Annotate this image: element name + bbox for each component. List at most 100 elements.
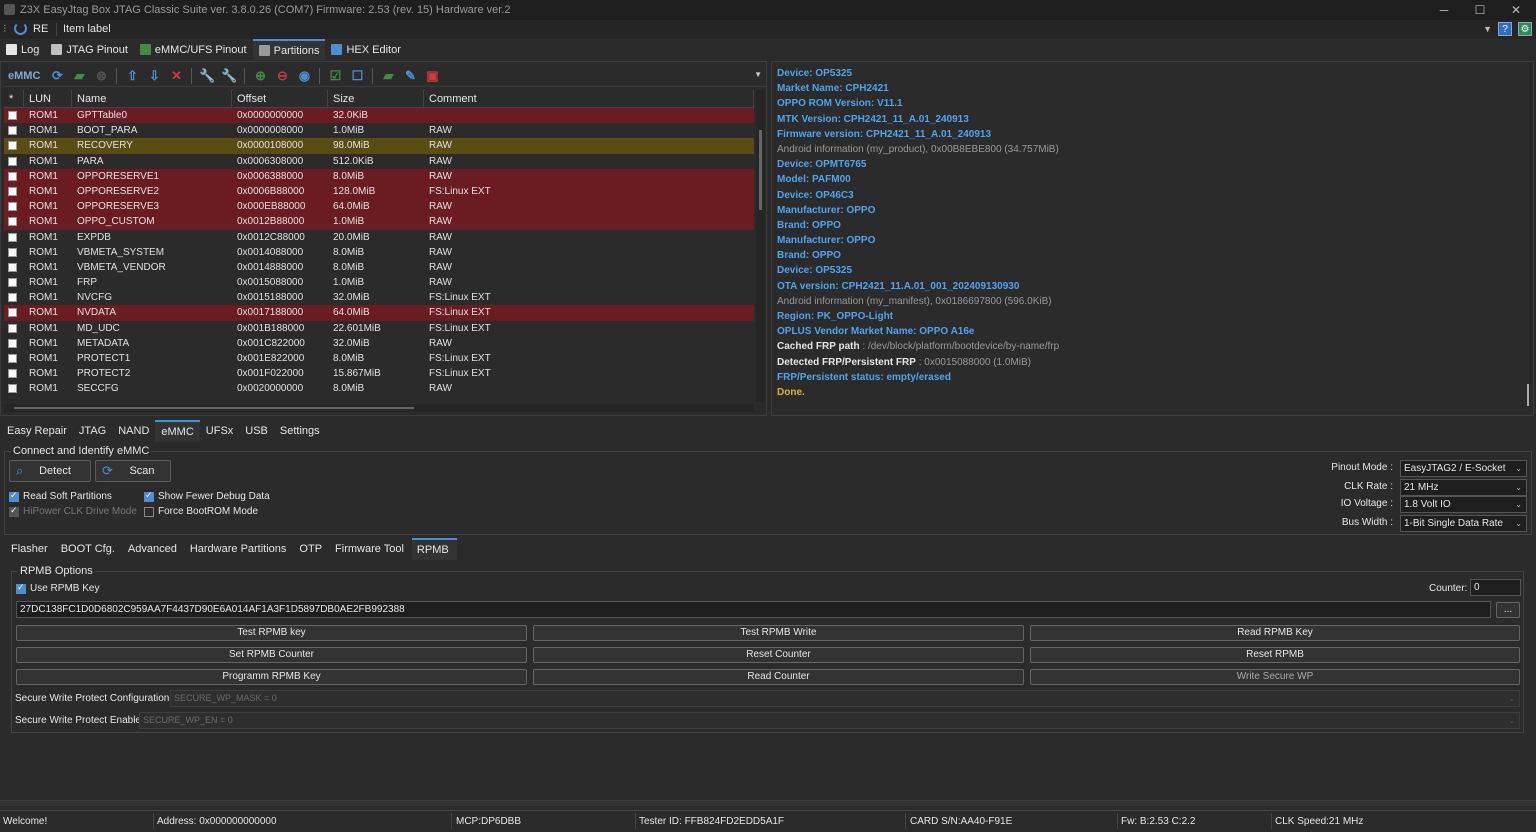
row-checkbox[interactable] [8,384,17,394]
rpmb-key-input[interactable]: 27DC138FC1D0D6802C959AA7F4437D90E6A014AF… [16,601,1491,618]
add-icon[interactable]: ⊕ [251,67,269,85]
table-row[interactable]: ROM1 MD_UDC 0x001B188000 22.601MiB FS:Linux … [4,321,754,336]
column-header[interactable]: Offset [232,90,328,107]
table-row[interactable]: ROM1 NVDATA 0x0017188000 64.0MiB FS:Linux EX… [4,305,754,321]
refresh-icon[interactable]: ⟳ [48,67,66,85]
tab-emmc[interactable]: eMMC [155,420,200,442]
stop-icon[interactable]: ⊗ [92,67,110,85]
column-header[interactable]: * [4,90,24,107]
remove-icon[interactable]: ⊖ [273,67,291,85]
table-row[interactable]: ROM1 RECOVERY 0x0000108000 98.0MiB RAW [4,138,754,154]
reset-rpmb-button[interactable]: Reset RPMB [1030,647,1520,663]
table-row[interactable]: ROM1 OPPO_CUSTOM 0x0012B88000 1.0MiB RAW [4,214,754,230]
row-checkbox[interactable] [8,323,17,333]
tab-emmc-ufs-pinout[interactable]: eMMC/UFS Pinout [134,39,253,60]
edit-icon[interactable]: ✎ [401,67,419,85]
subtab-flasher[interactable]: Flasher [0,538,56,560]
target-icon[interactable]: ◉ [295,67,313,85]
row-checkbox[interactable] [8,111,17,120]
table-row[interactable]: ROM1 VBMETA_SYSTEM 0x0014088000 8.0MiB RAW [4,245,754,260]
reset-counter-button[interactable]: Reset Counter [533,647,1024,663]
row-checkbox[interactable] [8,293,17,303]
write-secure-wp-button[interactable]: Write Secure WP [1030,669,1520,685]
delete-icon[interactable]: ✕ [167,67,185,85]
folder-icon[interactable]: ▰ [379,67,397,85]
read-soft-partitions-checkbox[interactable]: Read Soft Partitions [9,490,112,502]
erase-icon[interactable]: ▣ [423,67,441,85]
re-button[interactable]: RE [14,22,48,35]
table-row[interactable]: ROM1 EXPDB 0x0012C88000 20.0MiB RAW [4,230,754,245]
use-rpmb-key-checkbox[interactable]: Use RPMB Key [16,582,99,594]
tab-jtag-pinout[interactable]: JTAG Pinout [45,39,134,60]
minimize-button[interactable]: ─ [1430,2,1458,18]
check-all-icon[interactable]: ☑ [326,67,344,85]
maximize-button[interactable]: ☐ [1466,2,1494,18]
tab-partitions[interactable]: Partitions [252,39,326,60]
table-row[interactable]: ROM1 GPTTable0 0x0000000000 32.0KiB [4,108,754,124]
toolbar-menu-icon[interactable]: ▼ [754,70,762,79]
table-row[interactable]: ROM1 FRP 0x0015088000 1.0MiB RAW [4,275,754,290]
subtab-otp[interactable]: OTP [294,538,330,560]
table-row[interactable]: ROM1 SECCFG 0x0020000000 8.0MiB RAW [4,381,754,396]
column-header[interactable]: Size [328,90,424,107]
table-row[interactable]: ROM1 METADATA 0x001C822000 32.0MiB RAW [4,336,754,351]
column-header[interactable]: Comment [424,90,754,107]
tab-log[interactable]: Log [0,39,45,60]
tab-hex-editor[interactable]: HEX Editor [325,39,406,60]
item-label[interactable]: Item label [63,23,111,35]
column-header[interactable]: LUN [24,90,72,107]
read-rpmb-key-button[interactable]: Read RPMB Key [1030,625,1520,641]
pinout-mode-select[interactable]: EasyJTAG2 / E-Socket ⌄ [1400,460,1527,477]
upload-icon[interactable]: ⇧ [123,67,141,85]
row-checkbox[interactable] [8,217,17,227]
row-checkbox[interactable] [8,278,17,288]
set-rpmb-counter-button[interactable]: Set RPMB Counter [16,647,527,663]
download-icon[interactable]: ⇩ [145,67,163,85]
counter-input[interactable]: 0 [1470,579,1521,596]
chevron-down-icon[interactable]: ▼ [1483,24,1492,34]
table-row[interactable]: ROM1 NVCFG 0x0015188000 32.0MiB FS:Linux EXT [4,290,754,305]
test-rpmb-key-button[interactable]: Test RPMB key [16,625,527,641]
row-checkbox[interactable] [8,247,17,257]
table-horizontal-scrollbar[interactable] [4,404,754,412]
browse-button[interactable]: ... [1496,602,1520,618]
row-checkbox[interactable] [8,232,17,242]
clk-rate-select[interactable]: 21 MHz ⌄ [1400,479,1527,496]
folder-open-icon[interactable]: ▰ [70,67,88,85]
row-checkbox[interactable] [8,156,17,166]
bus-width-select[interactable]: 1-Bit Single Data Rate ⌄ [1400,515,1527,532]
row-checkbox[interactable] [8,369,17,379]
row-checkbox[interactable] [8,171,17,181]
tab-nand[interactable]: NAND [112,420,155,442]
read-counter-button[interactable]: Read Counter [533,669,1024,685]
table-row[interactable]: ROM1 OPPORESERVE1 0x0006388000 8.0MiB RAW [4,168,754,184]
table-row[interactable]: ROM1 PROTECT1 0x001E822000 8.0MiB FS:Linux E… [4,351,754,366]
test-rpmb-write-button[interactable]: Test RPMB Write [533,625,1024,641]
help-icon[interactable]: ? [1498,22,1512,36]
table-row[interactable]: ROM1 PROTECT2 0x001F022000 15.867MiB FS:Linu… [4,366,754,381]
wrench-icon[interactable]: 🔧 [198,67,216,85]
row-checkbox[interactable] [8,262,17,272]
row-checkbox[interactable] [8,126,17,136]
table-row[interactable]: ROM1 OPPORESERVE2 0x0006B88000 128.0MiB FS:L… [4,183,754,200]
subtab-hardware-partitions[interactable]: Hardware Partitions [185,538,295,560]
tab-easy-repair[interactable]: Easy Repair [0,420,73,442]
table-row[interactable]: ROM1 PARA 0x0006308000 512.0KiB RAW [4,154,754,169]
programm-rpmb-key-button[interactable]: Programm RPMB Key [16,669,527,685]
subtab-firmware-tool[interactable]: Firmware Tool [330,538,412,560]
subtab-advanced[interactable]: Advanced [123,538,185,560]
row-checkbox[interactable] [8,338,17,348]
row-checkbox[interactable] [8,354,17,363]
row-checkbox[interactable] [8,186,17,196]
log-scrollbar[interactable] [1526,66,1531,411]
show-fewer-debug-checkbox[interactable]: Show Fewer Debug Data [144,490,270,502]
tab-settings[interactable]: Settings [274,420,326,442]
tool-icon[interactable]: 🔧 [220,67,238,85]
row-checkbox[interactable] [8,308,17,318]
gear-icon[interactable]: ⚙ [1518,22,1532,36]
subtab-rpmb[interactable]: RPMB [411,538,457,560]
row-checkbox[interactable] [8,141,17,151]
tab-usb[interactable]: USB [239,420,274,442]
table-row[interactable]: ROM1 BOOT_PARA 0x0000008000 1.0MiB RAW [4,123,754,138]
table-row[interactable]: ROM1 OPPORESERVE3 0x000EB88000 64.0MiB RAW [4,199,754,215]
